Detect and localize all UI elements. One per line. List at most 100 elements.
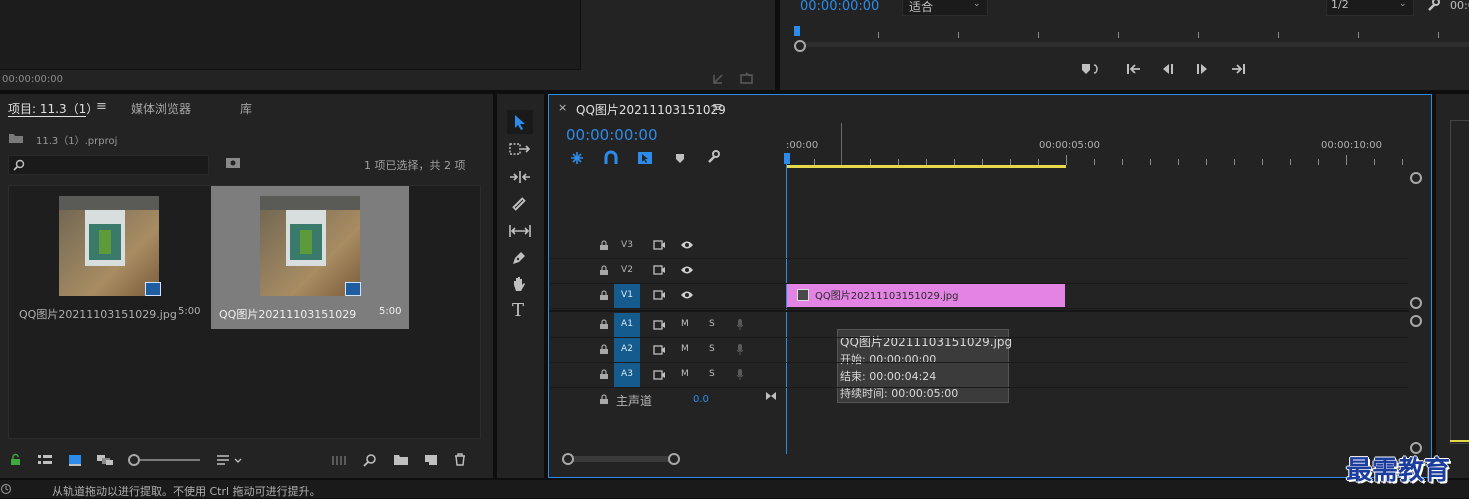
track-name[interactable]: V1: [614, 284, 640, 308]
lock-icon[interactable]: [10, 453, 22, 466]
wrench-icon[interactable]: [1426, 0, 1440, 12]
track-name[interactable]: V3: [614, 234, 640, 256]
program-zoom-bar[interactable]: [800, 42, 1469, 47]
go-to-edit-icon[interactable]: [765, 391, 777, 401]
sort-icon[interactable]: [216, 454, 244, 466]
track-select-icon[interactable]: [509, 142, 531, 156]
close-tab-icon[interactable]: ×: [558, 101, 567, 114]
resolution-dropdown[interactable]: 1/2 ⌄: [1326, 0, 1414, 16]
solo-button[interactable]: S: [709, 369, 715, 379]
solo-button[interactable]: S: [709, 344, 715, 354]
horizontal-scrollbar[interactable]: [569, 456, 675, 462]
zoom-handle[interactable]: [794, 40, 806, 52]
h-scroll-handle-left[interactable]: [562, 453, 574, 465]
source-timecode[interactable]: 00:00:00:00: [2, 74, 63, 85]
master-volume[interactable]: 0.0: [693, 394, 709, 405]
fit-dropdown[interactable]: 适合 ⌄: [902, 0, 988, 16]
microphone-icon[interactable]: [736, 318, 744, 331]
export-frame-icon[interactable]: [712, 73, 726, 85]
eye-icon[interactable]: [680, 290, 694, 300]
audio-track-a3[interactable]: A3 M S: [550, 363, 1408, 388]
program-timecode[interactable]: 00:00:00:00: [800, 0, 879, 14]
audio-track-a2[interactable]: A2 M S: [550, 338, 1408, 363]
bin-item[interactable]: QQ图片20211103151029.jpg 5:00: [9, 186, 209, 329]
tab-media-browser[interactable]: 媒体浏览器: [131, 100, 191, 117]
lock-icon[interactable]: [599, 369, 609, 380]
automate-to-sequence-icon[interactable]: [332, 454, 348, 466]
video-scroll-handle-bottom[interactable]: [1410, 297, 1422, 309]
find-icon[interactable]: [225, 157, 241, 169]
sequence-tab[interactable]: QQ图片20211103151029: [576, 101, 726, 118]
microphone-icon[interactable]: [736, 343, 744, 356]
master-track[interactable]: 主声道 0.0: [550, 388, 1408, 412]
selection-tool[interactable]: [507, 110, 533, 134]
eye-icon[interactable]: [680, 265, 694, 275]
sync-lock-icon[interactable]: [653, 320, 666, 330]
add-marker-icon[interactable]: [674, 152, 686, 164]
step-back-icon[interactable]: [1160, 63, 1174, 75]
work-area-bar[interactable]: [786, 165, 1066, 168]
slip-icon[interactable]: [509, 224, 531, 238]
bin-item-selected[interactable]: QQ图片20211103151029 5:00: [211, 186, 409, 329]
type-tool-icon[interactable]: T: [512, 300, 524, 321]
video-track-v3[interactable]: V3: [550, 234, 1408, 259]
sync-lock-icon[interactable]: [653, 240, 666, 250]
wrench-icon[interactable]: [706, 150, 720, 164]
lock-icon[interactable]: [599, 319, 609, 330]
step-forward-icon[interactable]: [1196, 63, 1210, 75]
lock-icon[interactable]: [599, 290, 609, 301]
sync-lock-icon[interactable]: [653, 265, 666, 275]
add-marker-icon[interactable]: [1080, 62, 1102, 76]
panel-menu-icon[interactable]: ≡: [96, 99, 107, 114]
video-scroll-handle-top[interactable]: [1410, 172, 1422, 184]
mute-button[interactable]: M: [681, 369, 689, 379]
playhead-handle[interactable]: [784, 153, 790, 164]
playhead-marker[interactable]: [794, 26, 800, 36]
lock-icon[interactable]: [599, 265, 609, 276]
track-name[interactable]: A3: [614, 363, 640, 387]
eye-icon[interactable]: [680, 240, 694, 250]
zoom-slider-track[interactable]: [134, 459, 200, 461]
search-input[interactable]: [8, 155, 209, 175]
new-item-icon[interactable]: [424, 454, 438, 466]
sync-lock-icon[interactable]: [653, 345, 666, 355]
program-ruler[interactable]: [798, 26, 1469, 40]
pen-icon[interactable]: [511, 250, 527, 266]
go-to-out-icon[interactable]: [1230, 63, 1246, 75]
ripple-edit-icon[interactable]: [509, 170, 531, 184]
sync-lock-icon[interactable]: [653, 290, 666, 300]
find-icon[interactable]: [363, 453, 377, 467]
audio-track-a1[interactable]: A1 M S: [550, 313, 1408, 338]
solo-button[interactable]: S: [709, 319, 715, 329]
lock-icon[interactable]: [599, 240, 609, 251]
lock-icon[interactable]: [599, 344, 609, 355]
list-view-icon[interactable]: [37, 454, 53, 466]
go-to-in-icon[interactable]: [1126, 63, 1142, 75]
trash-icon[interactable]: [454, 453, 466, 466]
snap-icon[interactable]: [604, 150, 618, 165]
linked-selection-icon[interactable]: [637, 151, 653, 165]
hand-icon[interactable]: [511, 276, 527, 292]
nest-icon[interactable]: [570, 151, 584, 165]
mute-button[interactable]: M: [681, 344, 689, 354]
microphone-icon[interactable]: [736, 368, 744, 381]
panel-menu-icon[interactable]: ≡: [712, 100, 723, 115]
mute-button[interactable]: M: [681, 319, 689, 329]
timeline-ruler[interactable]: [786, 123, 1406, 165]
razor-icon[interactable]: [511, 196, 527, 212]
lock-icon[interactable]: [599, 394, 609, 405]
tab-libraries[interactable]: 库: [240, 100, 252, 117]
new-bin-icon[interactable]: [393, 454, 409, 466]
audio-scroll-handle-top[interactable]: [1410, 315, 1422, 327]
h-scroll-handle-right[interactable]: [668, 453, 680, 465]
video-track-v1[interactable]: V1 QQ图片20211103151029.jpg: [550, 284, 1408, 309]
icon-view-icon[interactable]: [68, 454, 82, 466]
tab-project[interactable]: 项目: 11.3（1）: [8, 100, 98, 117]
sync-lock-icon[interactable]: [653, 370, 666, 380]
video-clip[interactable]: QQ图片20211103151029.jpg: [787, 284, 1065, 307]
track-name[interactable]: A1: [614, 313, 640, 337]
track-name[interactable]: A2: [614, 338, 640, 362]
overwrite-icon[interactable]: [740, 72, 754, 84]
zoom-slider-handle[interactable]: [128, 454, 140, 466]
track-name[interactable]: V2: [614, 259, 640, 281]
